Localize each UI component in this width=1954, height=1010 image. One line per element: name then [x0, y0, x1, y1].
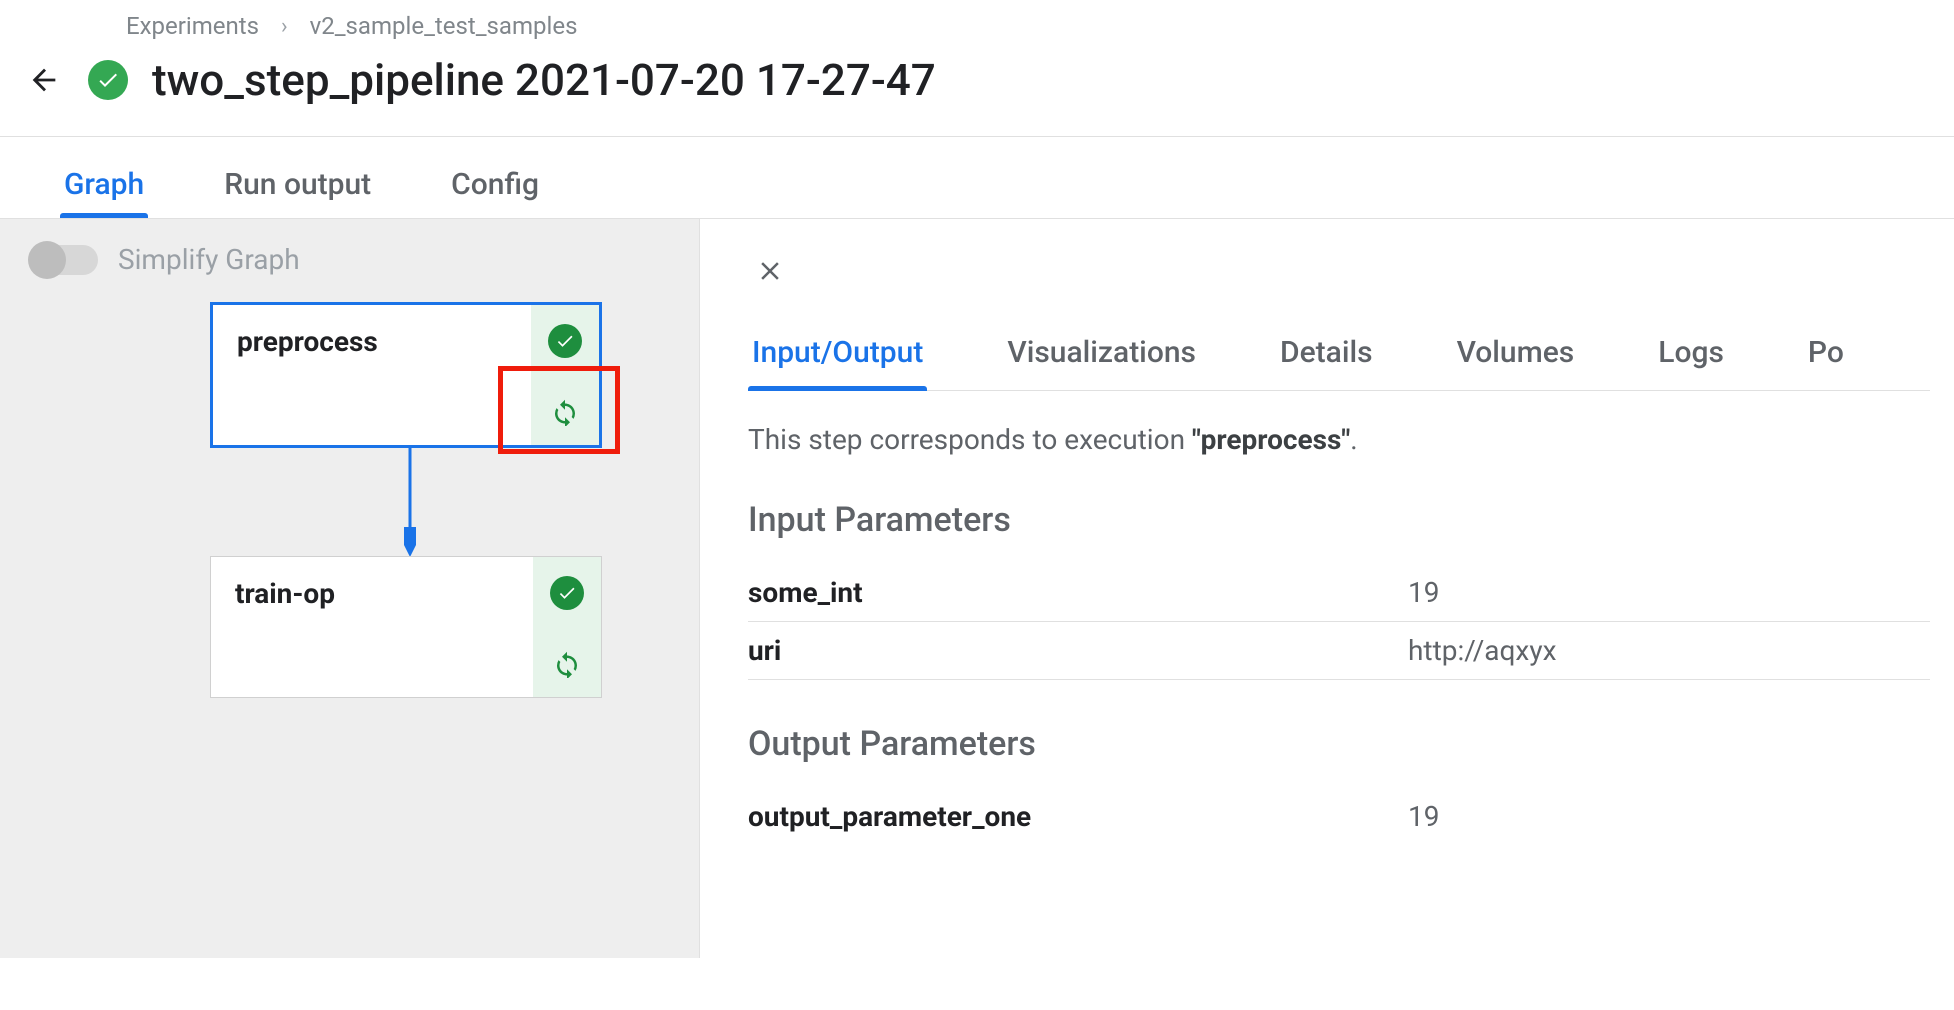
table-row: uri http://aqxyx: [748, 622, 1930, 680]
param-name: some_int: [748, 576, 1408, 609]
graph-node-preprocess[interactable]: preprocess: [210, 302, 602, 448]
check-icon: [555, 331, 575, 351]
graph-canvas[interactable]: preprocess: [30, 302, 669, 822]
page-title: two_step_pipeline 2021-07-20 17-27-47: [152, 54, 936, 106]
breadcrumb: Experiments › v2_sample_test_samples: [0, 0, 1954, 40]
param-value: http://aqxyx: [1408, 634, 1930, 667]
simplify-graph-toggle[interactable]: [30, 245, 98, 275]
tab-volumes[interactable]: Volumes: [1453, 325, 1579, 390]
output-params-table: output_parameter_one 19: [748, 788, 1930, 845]
breadcrumb-item-experiments[interactable]: Experiments: [126, 12, 259, 40]
check-icon: [96, 68, 120, 92]
cached-icon: [550, 396, 580, 426]
node-status-col: [531, 305, 599, 377]
simplify-graph-label: Simplify Graph: [118, 243, 300, 276]
graph-node-label: train-op: [211, 557, 533, 629]
tab-visualizations[interactable]: Visualizations: [1003, 325, 1200, 390]
graph-node-train-op[interactable]: train-op: [210, 556, 602, 698]
tab-config[interactable]: Config: [451, 167, 539, 218]
breadcrumb-item-samples[interactable]: v2_sample_test_samples: [310, 12, 578, 40]
close-button[interactable]: [748, 249, 792, 293]
toggle-knob: [28, 241, 66, 279]
node-cached-col: [533, 629, 601, 697]
success-icon: [548, 324, 582, 358]
back-button[interactable]: [24, 60, 64, 100]
tab-details[interactable]: Details: [1276, 325, 1377, 390]
node-status-col: [533, 557, 601, 629]
main-tabs: Graph Run output Config: [0, 137, 1954, 218]
table-row: some_int 19: [748, 564, 1930, 622]
run-status-success-icon: [88, 60, 128, 100]
param-name: output_parameter_one: [748, 800, 1408, 833]
detail-tabs: Input/Output Visualizations Details Volu…: [748, 325, 1930, 391]
input-params-header: Input Parameters: [748, 500, 1930, 540]
tab-graph[interactable]: Graph: [64, 167, 144, 218]
table-row: output_parameter_one 19: [748, 788, 1930, 845]
graph-edge: [404, 446, 416, 556]
graph-node-label: preprocess: [213, 305, 531, 377]
graph-panel: Simplify Graph preprocess: [0, 219, 700, 958]
check-icon: [557, 583, 577, 603]
output-params-header: Output Parameters: [748, 724, 1930, 764]
success-icon: [550, 576, 584, 610]
arrow-left-icon: [27, 63, 61, 97]
cached-icon: [552, 648, 582, 678]
tab-logs[interactable]: Logs: [1654, 325, 1728, 390]
input-params-table: some_int 19 uri http://aqxyx: [748, 564, 1930, 680]
param-value: 19: [1408, 576, 1930, 609]
param-value: 19: [1408, 800, 1930, 833]
tab-run-output[interactable]: Run output: [224, 167, 371, 218]
close-icon: [755, 256, 785, 286]
node-cached-col: [531, 377, 599, 445]
page-header: two_step_pipeline 2021-07-20 17-27-47: [0, 40, 1954, 136]
param-name: uri: [748, 634, 1408, 667]
tab-input-output[interactable]: Input/Output: [748, 325, 927, 390]
chevron-right-icon: ›: [281, 14, 288, 39]
tab-pod[interactable]: Po: [1804, 325, 1848, 390]
step-description: This step corresponds to execution "prep…: [748, 423, 1930, 456]
detail-panel: Input/Output Visualizations Details Volu…: [700, 219, 1954, 958]
